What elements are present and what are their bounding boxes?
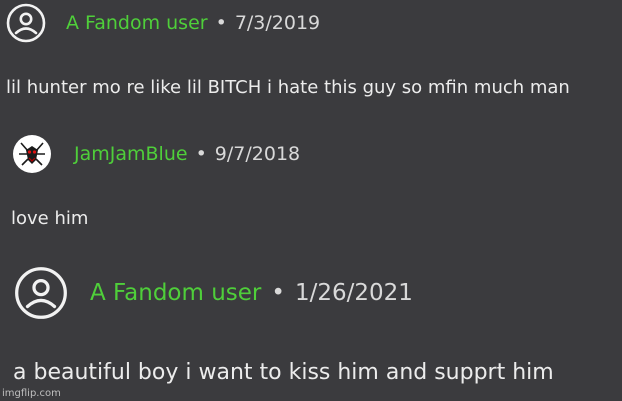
- custom-avatar-image[interactable]: [12, 134, 52, 174]
- username-link[interactable]: JamJamBlue: [74, 143, 188, 165]
- separator-dot: •: [215, 12, 227, 34]
- default-user-icon[interactable]: [6, 3, 46, 43]
- comment-header: A Fandom user • 1/26/2021: [14, 266, 413, 320]
- watermark: imgflip.com: [2, 388, 61, 399]
- separator-dot: •: [271, 280, 285, 306]
- comment-text: a beautiful boy i want to kiss him and s…: [13, 360, 554, 385]
- username-link[interactable]: A Fandom user: [66, 12, 208, 34]
- separator-dot: •: [195, 143, 207, 165]
- comment-header: JamJamBlue • 9/7/2018: [12, 134, 300, 174]
- comment-text: love him: [11, 208, 89, 229]
- comment-date: 9/7/2018: [214, 143, 301, 165]
- default-user-icon[interactable]: [14, 266, 68, 320]
- comment-date: 7/3/2019: [234, 12, 321, 34]
- username-link[interactable]: A Fandom user: [90, 280, 261, 306]
- comment-date: 1/26/2021: [294, 280, 413, 306]
- comment-text: lil hunter mo re like lil BITCH i hate t…: [6, 77, 570, 98]
- comment-header: A Fandom user • 7/3/2019: [6, 3, 320, 43]
